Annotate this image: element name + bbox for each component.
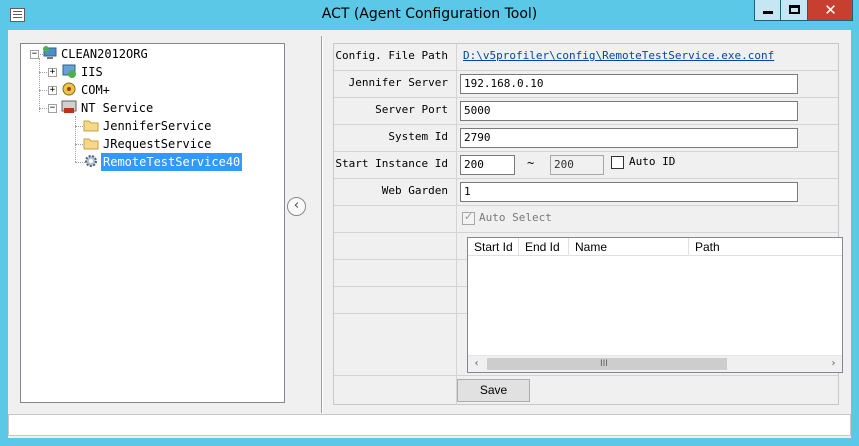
scroll-right-icon[interactable]: › <box>825 356 842 372</box>
system-id-cell: 2790 <box>458 125 838 151</box>
row-save <box>334 376 838 405</box>
folder-icon <box>83 135 99 151</box>
jennifer-server-label: Jennifer Server <box>334 71 457 97</box>
tree-node-iis[interactable]: IIS <box>79 63 105 81</box>
web-garden-cell: 1 <box>458 179 838 205</box>
minimize-button[interactable] <box>754 0 781 21</box>
maximize-icon <box>789 5 800 14</box>
row-server-port: Server Port 5000 <box>334 98 838 125</box>
list-header: Start Id End Id Name Path <box>468 238 842 256</box>
row-system-id: System Id 2790 <box>334 125 838 152</box>
collapse-toggle-root[interactable]: − <box>30 50 39 59</box>
minimize-icon <box>763 11 773 14</box>
tree-node-root[interactable]: CLEAN2012ORG <box>59 45 150 63</box>
server-port-input[interactable]: 5000 <box>460 101 798 121</box>
row-start-instance-id: Start Instance Id 200 ~ 200 Auto ID <box>334 152 838 179</box>
service-icon <box>61 99 77 115</box>
tree-node-jenniferservice[interactable]: JenniferService <box>101 117 213 135</box>
collapse-panel-button[interactable]: ‹ <box>287 197 306 216</box>
client-area: − CLEAN2012ORG + IIS + COM+ − NT Service <box>8 30 851 438</box>
column-end-id[interactable]: End Id <box>519 238 569 256</box>
column-name[interactable]: Name <box>569 238 689 256</box>
jennifer-server-input[interactable]: 192.168.0.10 <box>460 74 798 94</box>
expand-toggle-complus[interactable]: + <box>48 86 57 95</box>
system-id-label-text: System Id <box>388 130 448 143</box>
config-file-path-cell: D:\v5profiler\config\RemoteTestService.e… <box>458 44 838 70</box>
auto-select-checkbox <box>462 210 475 225</box>
end-instance-id-input: 200 <box>550 155 604 175</box>
tree-node-complus[interactable]: COM+ <box>79 81 112 99</box>
start-instance-id-cell: 200 ~ 200 Auto ID <box>458 152 838 178</box>
tree-node-remotetestservice40[interactable]: RemoteTestService40 <box>101 153 243 171</box>
column-start-id[interactable]: Start Id <box>468 238 519 256</box>
web-garden-label-text: Web Garden <box>381 184 448 197</box>
empty-label-cell <box>334 287 457 313</box>
server-port-label: Server Port <box>334 98 457 124</box>
scroll-thumb[interactable]: III <box>487 358 727 370</box>
tree-node-nt-service[interactable]: NT Service <box>79 99 155 117</box>
start-instance-id-input[interactable]: 200 <box>460 155 515 175</box>
app-window: ACT (Agent Configuration Tool) ✕ − CLEAN… <box>0 0 859 446</box>
config-file-path-link[interactable]: D:\v5profiler\config\RemoteTestService.e… <box>463 49 774 62</box>
start-instance-id-label: Start Instance Id <box>334 152 457 178</box>
row-web-garden: Web Garden 1 <box>334 179 838 206</box>
empty-label-cell <box>334 376 457 405</box>
horizontal-scrollbar[interactable]: ‹ III › <box>468 355 842 372</box>
auto-select-label: Auto Select <box>479 211 552 224</box>
jennifer-server-label-text: Jennifer Server <box>348 76 448 89</box>
row-jennifer-server: Jennifer Server 192.168.0.10 <box>334 71 838 98</box>
row-config-file-path: Config. File Path D:\v5profiler\config\R… <box>334 44 838 71</box>
system-id-input[interactable]: 2790 <box>460 128 798 148</box>
service-tree[interactable]: − CLEAN2012ORG + IIS + COM+ − NT Service <box>20 43 285 403</box>
panel-splitter[interactable] <box>321 36 323 413</box>
com-icon <box>61 81 77 97</box>
expand-toggle-iis[interactable]: + <box>48 68 57 77</box>
config-file-path-label-text: Config. File Path <box>335 49 448 62</box>
range-separator: ~ <box>527 156 535 170</box>
tree-connector <box>75 116 76 162</box>
server-port-label-text: Server Port <box>375 103 448 116</box>
maximize-button[interactable] <box>781 0 808 21</box>
window-title: ACT (Agent Configuration Tool) <box>321 6 538 22</box>
instance-list[interactable]: Start Id End Id Name Path ‹ III › <box>467 237 843 373</box>
close-button[interactable]: ✕ <box>808 0 853 21</box>
collapse-toggle-nt-service[interactable]: − <box>48 104 57 113</box>
tree-node-jrequestservice[interactable]: JRequestService <box>101 135 213 153</box>
start-instance-id-label-text: Start Instance Id <box>335 157 448 170</box>
iis-icon <box>61 63 77 79</box>
empty-label-cell <box>334 260 457 286</box>
system-id-label: System Id <box>334 125 457 151</box>
config-file-path-label: Config. File Path <box>334 44 457 70</box>
auto-select-label-cell <box>334 206 457 232</box>
auto-id-checkbox[interactable] <box>611 156 624 169</box>
jennifer-server-cell: 192.168.0.10 <box>458 71 838 97</box>
empty-label-cell <box>334 233 457 259</box>
computer-icon <box>42 45 58 61</box>
title-bar[interactable]: ACT (Agent Configuration Tool) ✕ <box>0 0 859 30</box>
server-port-cell: 5000 <box>458 98 838 124</box>
auto-id-label[interactable]: Auto ID <box>629 155 675 168</box>
web-garden-label: Web Garden <box>334 179 457 205</box>
column-path[interactable]: Path <box>689 238 842 256</box>
empty-label-cell <box>334 314 457 375</box>
scroll-left-icon[interactable]: ‹ <box>468 356 485 372</box>
config-form: Config. File Path D:\v5profiler\config\R… <box>333 43 843 405</box>
save-button[interactable]: Save <box>457 379 530 402</box>
tree-connector <box>39 58 40 112</box>
scroll-grip-icon: III <box>600 359 608 369</box>
row-auto-select: Auto Select <box>334 206 838 233</box>
web-garden-input[interactable]: 1 <box>460 182 798 202</box>
gear-icon <box>83 153 99 169</box>
status-bar <box>8 414 851 436</box>
close-icon: ✕ <box>824 1 837 19</box>
folder-icon <box>83 117 99 133</box>
auto-select-cell: Auto Select <box>458 206 838 232</box>
